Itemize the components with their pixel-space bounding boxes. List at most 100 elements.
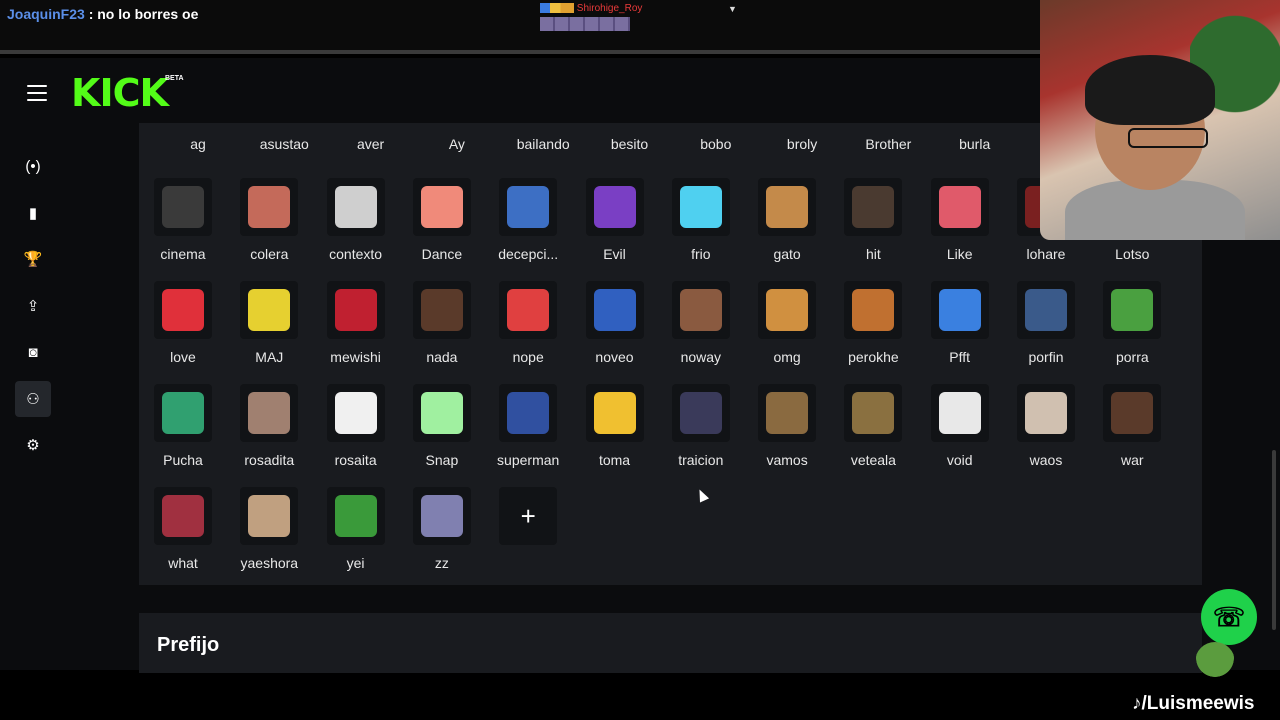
- emote-art: [938, 392, 981, 434]
- emote-image[interactable]: [930, 178, 989, 236]
- emote-image[interactable]: [240, 384, 299, 442]
- emote-item[interactable]: nada: [399, 281, 485, 377]
- emote-item[interactable]: war: [1089, 384, 1175, 480]
- menu-icon[interactable]: [27, 85, 47, 101]
- emote-image[interactable]: [326, 384, 385, 442]
- emote-item[interactable]: toma: [572, 384, 658, 480]
- emote-image[interactable]: [758, 384, 817, 442]
- emote-item[interactable]: omg: [744, 281, 830, 377]
- emote-item[interactable]: Snap: [399, 384, 485, 480]
- emote-image[interactable]: [499, 178, 558, 236]
- emote-image[interactable]: [930, 384, 989, 442]
- emote-item[interactable]: gato: [744, 178, 830, 274]
- emote-item[interactable]: colera: [226, 178, 312, 274]
- emote-label: Snap: [425, 452, 459, 468]
- emote-label: yei: [346, 555, 365, 571]
- emote-item[interactable]: noveo: [572, 281, 658, 377]
- emote-item[interactable]: frio: [658, 178, 744, 274]
- camera-icon[interactable]: ◙: [15, 334, 51, 370]
- emote-image[interactable]: [844, 281, 903, 339]
- emote-image[interactable]: [671, 178, 730, 236]
- emote-image[interactable]: [930, 281, 989, 339]
- emote-item[interactable]: porra: [1089, 281, 1175, 377]
- emote-item[interactable]: perokhe: [830, 281, 916, 377]
- emote-item[interactable]: waos: [1003, 384, 1089, 480]
- emote-item[interactable]: MAJ: [226, 281, 312, 377]
- emote-image[interactable]: [844, 384, 903, 442]
- streamer-hair: [1085, 55, 1215, 125]
- emote-image[interactable]: [154, 178, 212, 236]
- users-icon[interactable]: ⚇: [15, 381, 51, 417]
- emote-image[interactable]: [671, 384, 730, 442]
- upload-icon[interactable]: ⇪: [15, 288, 51, 324]
- emote-item[interactable]: yaeshora: [226, 487, 312, 583]
- emote-image[interactable]: [1103, 281, 1162, 339]
- emote-image[interactable]: [499, 281, 558, 339]
- emote-image[interactable]: [412, 281, 471, 339]
- analytics-icon[interactable]: ▮: [15, 195, 51, 231]
- emote-item[interactable]: void: [917, 384, 1003, 480]
- emote-image[interactable]: [154, 487, 212, 545]
- emote-image[interactable]: [412, 178, 471, 236]
- emote-item[interactable]: Evil: [572, 178, 658, 274]
- emote-image[interactable]: [240, 281, 299, 339]
- emote-image[interactable]: [240, 487, 299, 545]
- emote-image[interactable]: [758, 281, 817, 339]
- emote-image[interactable]: [499, 384, 558, 442]
- emote-image[interactable]: [844, 178, 903, 236]
- stream-icon[interactable]: (•): [15, 148, 51, 184]
- emote-item[interactable]: traicion: [658, 384, 744, 480]
- emote-image[interactable]: [326, 178, 385, 236]
- emote-item[interactable]: hit: [830, 178, 916, 274]
- emote-image[interactable]: [154, 384, 212, 442]
- emote-item[interactable]: nope: [485, 281, 571, 377]
- add-emote-cell: +: [485, 487, 571, 583]
- emote-item[interactable]: mewishi: [313, 281, 399, 377]
- emote-image[interactable]: [326, 487, 385, 545]
- emote-image[interactable]: [326, 281, 385, 339]
- emote-item[interactable]: contexto: [313, 178, 399, 274]
- emote-item[interactable]: noway: [658, 281, 744, 377]
- emote-image[interactable]: [585, 384, 644, 442]
- emote-art: [162, 186, 204, 228]
- emote-item[interactable]: love: [140, 281, 226, 377]
- emote-item[interactable]: vamos: [744, 384, 830, 480]
- emote-image[interactable]: [412, 384, 471, 442]
- emote-image[interactable]: [758, 178, 817, 236]
- gear-icon[interactable]: ⚙: [15, 427, 51, 463]
- emote-label: veteala: [850, 452, 896, 468]
- emote-item[interactable]: Pucha: [140, 384, 226, 480]
- emote-item[interactable]: rosadita: [226, 384, 312, 480]
- emote-item[interactable]: what: [140, 487, 226, 583]
- emote-label: ag: [190, 136, 206, 152]
- emote-image[interactable]: [1017, 281, 1075, 339]
- emote-art: [1025, 289, 1067, 331]
- emote-item[interactable]: veteala: [830, 384, 916, 480]
- emote-image[interactable]: [671, 281, 730, 339]
- emote-item[interactable]: Like: [917, 178, 1003, 274]
- trophy-icon[interactable]: 🏆: [15, 241, 51, 277]
- emote-image[interactable]: [1103, 384, 1162, 442]
- emote-item[interactable]: Pfft: [917, 281, 1003, 377]
- support-button[interactable]: ☏: [1201, 589, 1257, 645]
- emote-item[interactable]: decepci...: [485, 178, 571, 274]
- emote-item[interactable]: superman: [485, 384, 571, 480]
- emote-image[interactable]: [1017, 384, 1075, 442]
- emote-item[interactable]: cinema: [140, 178, 226, 274]
- emote-image[interactable]: [154, 281, 212, 339]
- emote-image[interactable]: [240, 178, 299, 236]
- emote-item[interactable]: porfin: [1003, 281, 1089, 377]
- emote-item[interactable]: rosaita: [313, 384, 399, 480]
- emote-label: Pucha: [163, 452, 203, 468]
- emote-art: [938, 186, 981, 228]
- emote-image[interactable]: [585, 281, 644, 339]
- add-emote-button[interactable]: +: [499, 487, 558, 545]
- emote-item[interactable]: Dance: [399, 178, 485, 274]
- emote-image[interactable]: [412, 487, 471, 545]
- emote-item[interactable]: zz: [399, 487, 485, 583]
- emote-item[interactable]: yei: [313, 487, 399, 583]
- scrollbar[interactable]: [1272, 450, 1276, 630]
- emote-image[interactable]: [585, 178, 644, 236]
- kick-logo[interactable]: KICK: [71, 70, 169, 116]
- watermark-text: /Luismeewis: [1141, 693, 1255, 714]
